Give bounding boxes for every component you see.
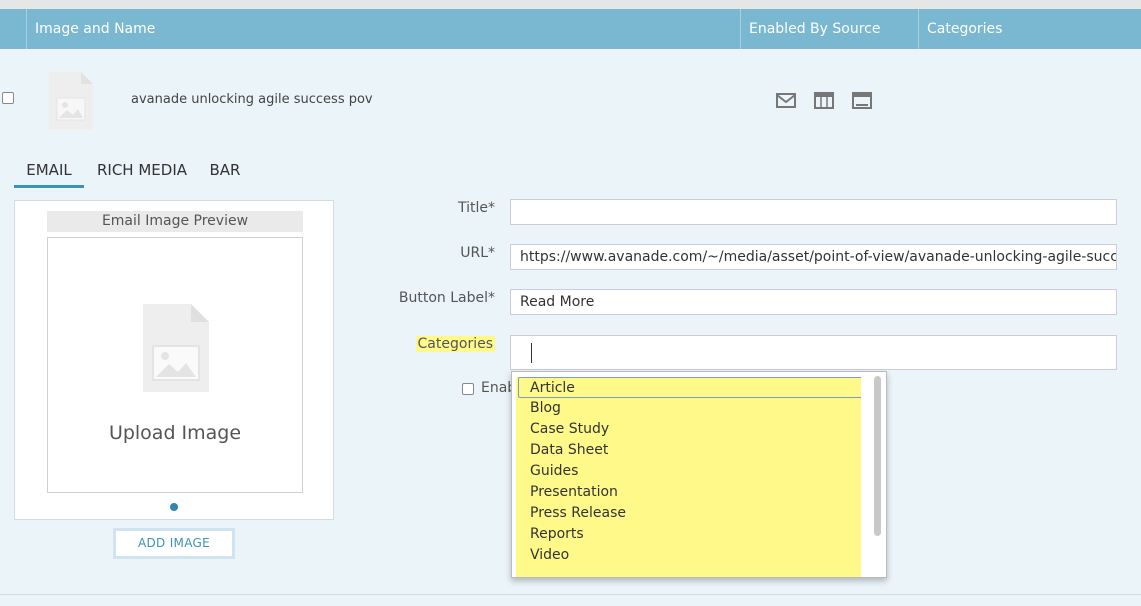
dropdown-option-article[interactable]: Article	[518, 377, 861, 398]
title-input[interactable]	[510, 199, 1117, 225]
bar-icon[interactable]	[852, 92, 872, 109]
categories-label: Categories	[415, 336, 495, 352]
title-label: Title*	[457, 200, 495, 216]
button-label-label: Button Label*	[398, 290, 495, 306]
add-image-button[interactable]: ADD IMAGE	[113, 528, 235, 559]
envelope-icon[interactable]	[776, 92, 796, 109]
bottom-divider	[0, 594, 1141, 595]
header-image-and-name[interactable]: Image and Name	[27, 9, 155, 49]
dropdown-option-blog[interactable]: Blog	[516, 398, 861, 419]
button-label-input[interactable]: Read More	[510, 289, 1117, 315]
upload-image-area[interactable]: Upload Image	[47, 237, 303, 493]
dropdown-option-presentation[interactable]: Presentation	[516, 482, 861, 503]
dropdown-option-guides[interactable]: Guides	[516, 461, 861, 482]
tab-email[interactable]: EMAIL	[14, 154, 84, 188]
preview-title: Email Image Preview	[47, 211, 303, 232]
enable-checkbox[interactable]	[462, 383, 474, 395]
url-label: URL*	[460, 245, 495, 261]
image-placeholder-icon	[49, 72, 93, 130]
categories-dropdown: Article Blog Case Study Data Sheet Guide…	[511, 371, 887, 578]
rich-media-icon[interactable]	[814, 92, 834, 109]
dropdown-option-press-release[interactable]: Press Release	[516, 503, 861, 524]
dropdown-scrollbar[interactable]	[874, 376, 881, 536]
row-select-checkbox[interactable]	[2, 92, 14, 104]
tab-bar[interactable]: BAR	[204, 154, 246, 188]
categories-input[interactable]	[510, 335, 1117, 370]
enable-label: Enab	[481, 380, 511, 396]
carousel-dot[interactable]	[170, 503, 178, 511]
dropdown-option-data-sheet[interactable]: Data Sheet	[516, 440, 861, 461]
header-enabled-by-source[interactable]: Enabled By Source	[741, 9, 880, 49]
dropdown-option-video[interactable]: Video	[516, 545, 861, 566]
image-placeholder-icon	[143, 304, 209, 392]
upload-image-text: Upload Image	[108, 422, 242, 444]
text-cursor	[531, 343, 532, 363]
tab-rich-media[interactable]: RICH MEDIA	[92, 154, 192, 188]
top-strip	[0, 0, 1141, 9]
dropdown-option-case-study[interactable]: Case Study	[516, 419, 861, 440]
header-categories[interactable]: Categories	[919, 9, 1002, 49]
table-header: Image and Name Enabled By Source Categor…	[0, 9, 1141, 49]
email-image-preview-card: Email Image Preview Upload Image	[14, 200, 334, 520]
categories-dropdown-list: Article Blog Case Study Data Sheet Guide…	[516, 377, 861, 577]
row-name: avanade unlocking agile success pov	[131, 92, 373, 107]
url-input[interactable]: https://www.avanade.com/~/media/asset/po…	[510, 244, 1117, 270]
dropdown-option-reports[interactable]: Reports	[516, 524, 861, 545]
